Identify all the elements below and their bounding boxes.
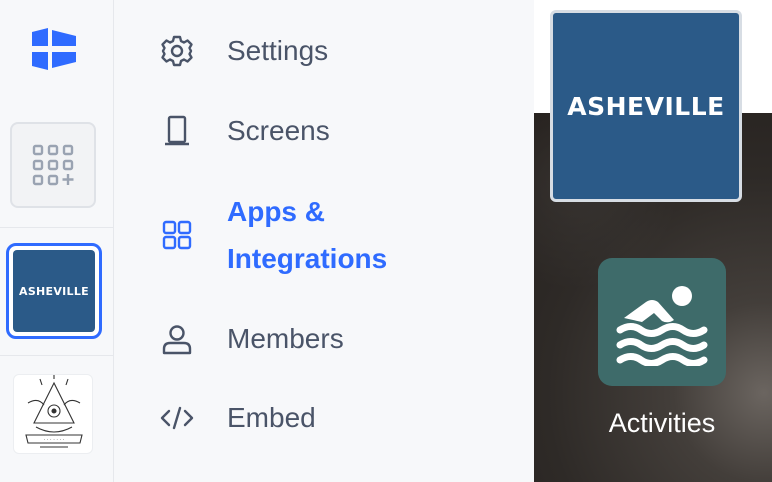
menu-item-label: Apps & Integrations bbox=[227, 196, 388, 274]
menu-item-label: Screens bbox=[227, 115, 330, 146]
add-app-button[interactable] bbox=[10, 122, 96, 208]
swimmer-icon bbox=[616, 286, 708, 366]
menu-item-label: Members bbox=[227, 323, 344, 354]
screen-preview: ASHEVILLE Activities bbox=[534, 0, 772, 482]
brand-logo-icon[interactable] bbox=[30, 26, 78, 72]
rail-divider bbox=[0, 355, 114, 356]
svg-text:· · · · · · ·: · · · · · · · bbox=[44, 437, 65, 443]
menu-item-label: Embed bbox=[227, 402, 316, 433]
org-switch-other[interactable]: · · · · · · · bbox=[13, 374, 93, 454]
menu-item-label: Settings bbox=[227, 35, 329, 66]
code-icon bbox=[160, 406, 194, 430]
gear-icon bbox=[161, 35, 193, 67]
grid-icon bbox=[162, 220, 192, 250]
org-logo-asheville: ASHEVILLE bbox=[13, 250, 95, 332]
menu-item-screens[interactable]: Screens bbox=[114, 112, 534, 150]
org-rail: ASHEVILLE · · · · · · · bbox=[0, 0, 114, 482]
rail-divider bbox=[0, 227, 114, 228]
activities-app-tile[interactable] bbox=[598, 258, 726, 386]
menu-item-embed[interactable]: Embed bbox=[114, 399, 534, 437]
menu-item-members[interactable]: Members bbox=[114, 320, 534, 358]
activities-tile-label: Activities bbox=[608, 408, 716, 438]
org-asheville-selected[interactable]: ASHEVILLE bbox=[6, 243, 102, 339]
screen-icon bbox=[165, 115, 189, 146]
menu-item-apps-integrations[interactable]: Apps & Integrations bbox=[114, 188, 534, 282]
menu-item-settings[interactable]: Settings bbox=[114, 32, 534, 70]
org-logo-text: ASHEVILLE bbox=[19, 284, 89, 298]
apps-grid-plus-icon bbox=[32, 144, 74, 186]
org-logo-seal: · · · · · · · bbox=[25, 375, 83, 448]
preview-banner-logo: ASHEVILLE bbox=[550, 10, 742, 202]
settings-menu: Settings Screens Apps & Integrations Mem… bbox=[114, 0, 534, 482]
banner-text: ASHEVILLE bbox=[567, 91, 725, 121]
user-icon bbox=[162, 325, 192, 355]
